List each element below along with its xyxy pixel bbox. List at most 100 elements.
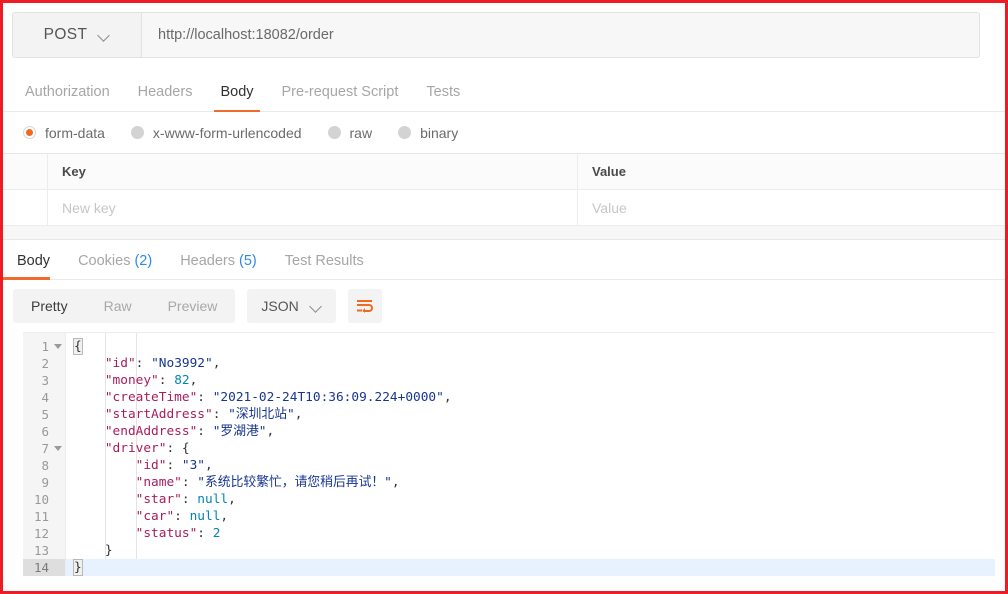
word-wrap-button[interactable] — [347, 289, 382, 323]
code-token-p: : — [135, 356, 152, 371]
new-key-input[interactable]: New key — [48, 190, 578, 225]
line-number: 4 — [41, 390, 49, 405]
view-mode-switch: Pretty Raw Preview — [13, 289, 236, 323]
new-value-input[interactable]: Value — [578, 190, 1005, 225]
response-tab-cookies[interactable]: Cookies (2) — [64, 253, 166, 279]
code-token-n: 82 — [174, 373, 190, 388]
url-input[interactable]: http://localhost:18082/order — [142, 12, 980, 58]
code-token-p: : — [181, 492, 198, 507]
response-tab-headers[interactable]: Headers (5) — [166, 253, 271, 279]
code-line: } — [66, 542, 995, 559]
table-row: New key Value — [3, 190, 1005, 226]
url-value: http://localhost:18082/order — [158, 27, 334, 43]
pane-splitter[interactable] — [3, 226, 1005, 240]
radio-unselected-icon — [130, 126, 144, 139]
fold-toggle-icon[interactable] — [54, 344, 62, 349]
code-token-p: , — [443, 390, 452, 405]
request-tab-authorization[interactable]: Authorization — [11, 84, 124, 111]
code-token-k: "status" — [135, 526, 198, 541]
request-tabs: Authorization Headers Body Pre-request Scri… — [3, 71, 1005, 112]
code-token-p: , — [189, 373, 198, 388]
code-token-k: "startAddress" — [104, 407, 213, 422]
line-number: 6 — [41, 424, 49, 439]
request-tab-pre-request-script[interactable]: Pre-request Script — [268, 84, 413, 111]
chevron-down-icon — [99, 30, 110, 41]
radio-selected-icon — [23, 126, 36, 139]
body-type-label: raw — [349, 124, 373, 141]
request-tab-body[interactable]: Body — [206, 84, 267, 112]
code-token-s: "系统比较繁忙，请您稍后再试！" — [197, 475, 392, 490]
line-number: 13 — [33, 543, 49, 558]
http-method-selector[interactable]: POST — [12, 12, 142, 58]
new-key-placeholder: New key — [62, 199, 116, 216]
row-checkbox-cell[interactable] — [3, 190, 48, 225]
view-mode-raw[interactable]: Raw — [86, 289, 150, 323]
code-token-p: : — [181, 475, 198, 490]
code-token-k: "createTime" — [104, 390, 198, 405]
code-token-brk: { — [73, 338, 83, 355]
code-token-p: , — [228, 492, 236, 507]
column-header-value: Value — [578, 154, 1005, 189]
code-token-p: , — [212, 356, 221, 371]
code-line: "status": 2 — [66, 525, 995, 542]
fold-toggle-icon[interactable] — [54, 446, 62, 451]
line-number: 10 — [33, 492, 49, 507]
body-type-x-www-form-urlencoded[interactable]: x-www-form-urlencoded — [130, 125, 302, 141]
code-token-p: , — [205, 458, 213, 473]
code-token-p: : { — [166, 441, 190, 456]
radio-unselected-icon — [398, 126, 412, 139]
body-type-binary[interactable]: binary — [398, 125, 458, 141]
code-token-p: : — [212, 407, 229, 422]
line-number: 8 — [41, 458, 49, 473]
response-tab-label: Headers — [180, 253, 236, 269]
form-data-table: Key Value New key Value — [3, 154, 1005, 226]
response-tab-label: Body — [17, 253, 51, 269]
response-format-toolbar: Pretty Raw Preview JSON — [3, 280, 1005, 332]
code-token-nul: null — [197, 492, 229, 507]
response-format-label: JSON — [261, 298, 299, 314]
code-token-p: : — [197, 390, 213, 405]
line-number: 3 — [41, 373, 49, 388]
code-token-p: , — [391, 475, 400, 490]
code-token-s: "2021-02-24T10:36:09.224+0000" — [212, 390, 444, 405]
request-tab-tests[interactable]: Tests — [412, 84, 474, 111]
code-token-k: "driver" — [104, 441, 167, 456]
code-token-p: : — [197, 424, 213, 439]
view-mode-pretty[interactable]: Pretty — [13, 289, 86, 323]
code-line: "money": 82, — [66, 372, 995, 389]
code-token-p: : — [158, 373, 175, 388]
select-all-cell[interactable] — [3, 154, 48, 189]
response-format-selector[interactable]: JSON — [247, 289, 336, 323]
view-mode-preview[interactable]: Preview — [150, 289, 236, 323]
code-token-p: , — [220, 509, 229, 524]
body-type-form-data[interactable]: form-data — [23, 125, 105, 141]
code-line: "id": "3", — [66, 457, 995, 474]
code-line: "id": "No3992", — [66, 355, 995, 372]
code-token-p: , — [266, 424, 275, 439]
radio-unselected-icon — [327, 126, 341, 139]
code-token-p: , — [294, 407, 303, 422]
code-token-k: "name" — [135, 475, 182, 490]
request-tab-headers[interactable]: Headers — [124, 84, 207, 111]
word-wrap-icon — [357, 299, 374, 313]
code-line: "star": null, — [66, 491, 995, 508]
response-tab-test-results[interactable]: Test Results — [271, 253, 378, 279]
table-header-row: Key Value — [3, 154, 1005, 190]
new-value-placeholder: Value — [592, 199, 627, 216]
body-type-label: form-data — [45, 124, 105, 141]
value-column-label: Value — [592, 164, 626, 179]
line-number: 7 — [23, 440, 65, 457]
code-token-s: "No3992" — [151, 356, 213, 371]
code-token-k: "id" — [104, 356, 136, 371]
body-type-raw[interactable]: raw — [327, 124, 373, 141]
code-token-p: } — [104, 543, 113, 558]
response-body-viewer[interactable]: 1 2 3 4 5 6 7 8 9 10 11 12 13 14 { "id": "No3992", "m… — [23, 332, 995, 576]
code-token-k: "star" — [135, 492, 182, 507]
line-number-gutter: 1 2 3 4 5 6 7 8 9 10 11 12 13 14 — [23, 333, 65, 576]
line-number: 11 — [33, 509, 49, 524]
code-content[interactable]: { "id": "No3992", "money": 82, "createTi… — [65, 333, 995, 576]
response-tab-body[interactable]: Body — [3, 253, 64, 280]
code-line: } — [66, 559, 995, 576]
line-number: 9 — [41, 475, 49, 490]
response-tab-count: (5) — [235, 253, 257, 269]
